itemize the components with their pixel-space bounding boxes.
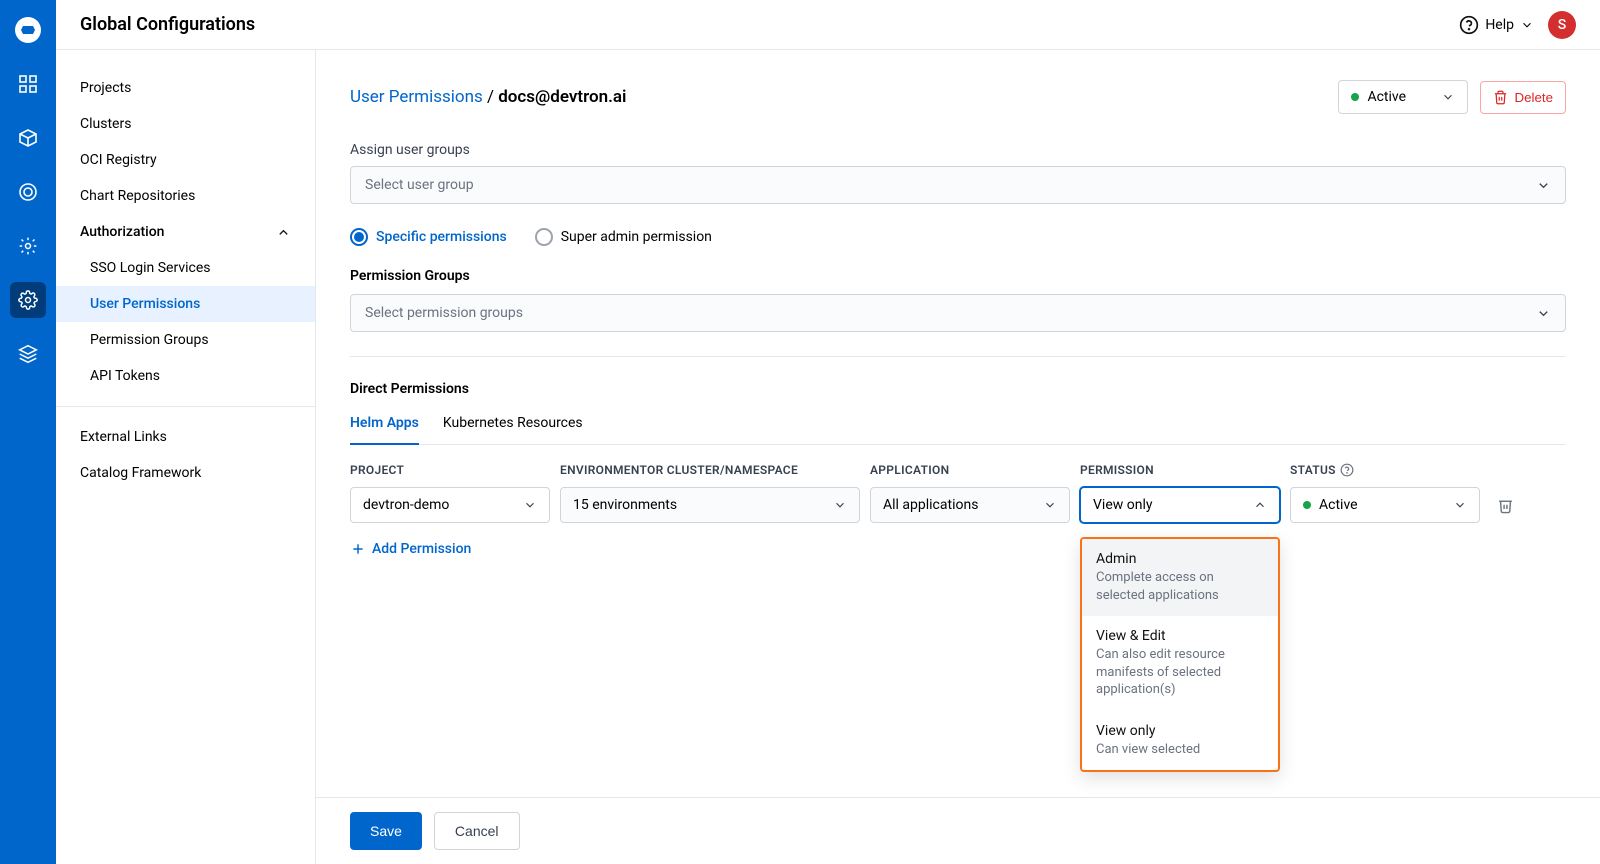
chevron-up-icon xyxy=(1253,498,1267,512)
sidebar-item-clusters[interactable]: Clusters xyxy=(56,106,315,142)
save-button[interactable]: Save xyxy=(350,812,422,850)
chevron-down-icon xyxy=(1520,18,1534,32)
col-app: APPLICATION xyxy=(870,463,1070,477)
sidebar: Projects Clusters OCI Registry Chart Rep… xyxy=(56,50,316,864)
radio-icon xyxy=(535,228,553,246)
app-logo xyxy=(10,12,46,48)
rail-settings-icon[interactable] xyxy=(10,282,46,318)
sidebar-item-external-links[interactable]: External Links xyxy=(56,419,315,455)
sidebar-subitem-user-permissions[interactable]: User Permissions xyxy=(56,286,315,322)
sidebar-item-chart-repositories[interactable]: Chart Repositories xyxy=(56,178,315,214)
info-icon xyxy=(1340,463,1354,477)
user-status-select[interactable]: Active xyxy=(1338,80,1468,114)
rail-apps-icon[interactable] xyxy=(10,66,46,102)
chevron-down-icon xyxy=(1441,90,1455,104)
status-dot-icon xyxy=(1303,501,1311,509)
trash-icon xyxy=(1497,497,1514,514)
breadcrumb-parent-link[interactable]: User Permissions xyxy=(350,87,483,107)
trash-icon xyxy=(1493,90,1508,105)
assign-user-groups-label: Assign user groups xyxy=(350,142,1566,158)
sidebar-subitem-permission-groups[interactable]: Permission Groups xyxy=(56,322,315,358)
help-button[interactable]: Help xyxy=(1459,15,1534,35)
sidebar-item-catalog-framework[interactable]: Catalog Framework xyxy=(56,455,315,491)
permission-level-select[interactable]: View only xyxy=(1080,487,1280,523)
dropdown-option-view-only[interactable]: View only Can view selected xyxy=(1082,711,1278,771)
add-permission-button[interactable]: Add Permission xyxy=(350,541,1566,557)
project-select[interactable]: devtron-demo xyxy=(350,487,550,523)
rail-target-icon[interactable] xyxy=(10,174,46,210)
col-env: ENVIRONMENTOR CLUSTER/NAMESPACE xyxy=(560,463,860,477)
chevron-down-icon xyxy=(1536,178,1551,193)
sidebar-subitem-api-tokens[interactable]: API Tokens xyxy=(56,358,315,394)
permission-dropdown: Admin Complete access on selected applic… xyxy=(1080,537,1280,772)
page-title: Global Configurations xyxy=(80,14,255,35)
direct-permissions-heading: Direct Permissions xyxy=(350,381,1566,397)
help-label: Help xyxy=(1485,17,1514,33)
rail-config-icon[interactable] xyxy=(10,228,46,264)
environment-select[interactable]: 15 environments xyxy=(560,487,860,523)
col-project: PROJECT xyxy=(350,463,550,477)
main-content: User Permissions / docs@devtron.ai Activ… xyxy=(316,50,1600,647)
plus-icon xyxy=(350,541,366,557)
col-status: STATUS xyxy=(1290,463,1480,477)
chevron-down-icon xyxy=(1536,306,1551,321)
permission-groups-select[interactable]: Select permission groups xyxy=(350,294,1566,332)
permission-row: devtron-demo 15 environments All applica… xyxy=(350,487,1566,523)
icon-rail xyxy=(0,0,56,864)
row-status-select[interactable]: Active xyxy=(1290,487,1480,523)
radio-specific-permissions[interactable]: Specific permissions xyxy=(350,228,507,246)
col-permission: PERMISSION xyxy=(1080,463,1280,477)
cancel-button[interactable]: Cancel xyxy=(434,812,520,850)
permissions-table-header: PROJECT ENVIRONMENTOR CLUSTER/NAMESPACE … xyxy=(350,463,1566,477)
chevron-up-icon xyxy=(276,225,291,240)
radio-super-admin[interactable]: Super admin permission xyxy=(535,228,712,246)
delete-row-button[interactable] xyxy=(1490,497,1520,514)
footer-actions: Save Cancel xyxy=(316,797,1600,864)
dropdown-option-admin[interactable]: Admin Complete access on selected applic… xyxy=(1082,539,1278,616)
chevron-down-icon xyxy=(1453,498,1467,512)
chevron-down-icon xyxy=(1043,498,1057,512)
dropdown-option-view-edit[interactable]: View & Edit Can also edit resource manif… xyxy=(1082,616,1278,711)
chevron-down-icon xyxy=(833,498,847,512)
delete-button[interactable]: Delete xyxy=(1480,81,1566,114)
user-avatar[interactable]: S xyxy=(1548,11,1576,39)
sidebar-item-oci-registry[interactable]: OCI Registry xyxy=(56,142,315,178)
user-groups-select[interactable]: Select user group xyxy=(350,166,1566,204)
radio-icon xyxy=(350,228,368,246)
breadcrumb-current: docs@devtron.ai xyxy=(498,87,626,107)
sidebar-item-projects[interactable]: Projects xyxy=(56,70,315,106)
help-icon xyxy=(1459,15,1479,35)
sidebar-subitem-sso[interactable]: SSO Login Services xyxy=(56,250,315,286)
status-dot-icon xyxy=(1351,93,1359,101)
top-header: Global Configurations Help S xyxy=(56,0,1600,50)
application-select[interactable]: All applications xyxy=(870,487,1070,523)
rail-stack-icon[interactable] xyxy=(10,336,46,372)
sidebar-item-authorization[interactable]: Authorization xyxy=(56,214,315,250)
tab-helm-apps[interactable]: Helm Apps xyxy=(350,407,419,445)
breadcrumb: User Permissions / docs@devtron.ai xyxy=(350,87,626,107)
rail-cube-icon[interactable] xyxy=(10,120,46,156)
permission-groups-heading: Permission Groups xyxy=(350,268,1566,284)
tab-kubernetes-resources[interactable]: Kubernetes Resources xyxy=(443,407,583,444)
chevron-down-icon xyxy=(523,498,537,512)
